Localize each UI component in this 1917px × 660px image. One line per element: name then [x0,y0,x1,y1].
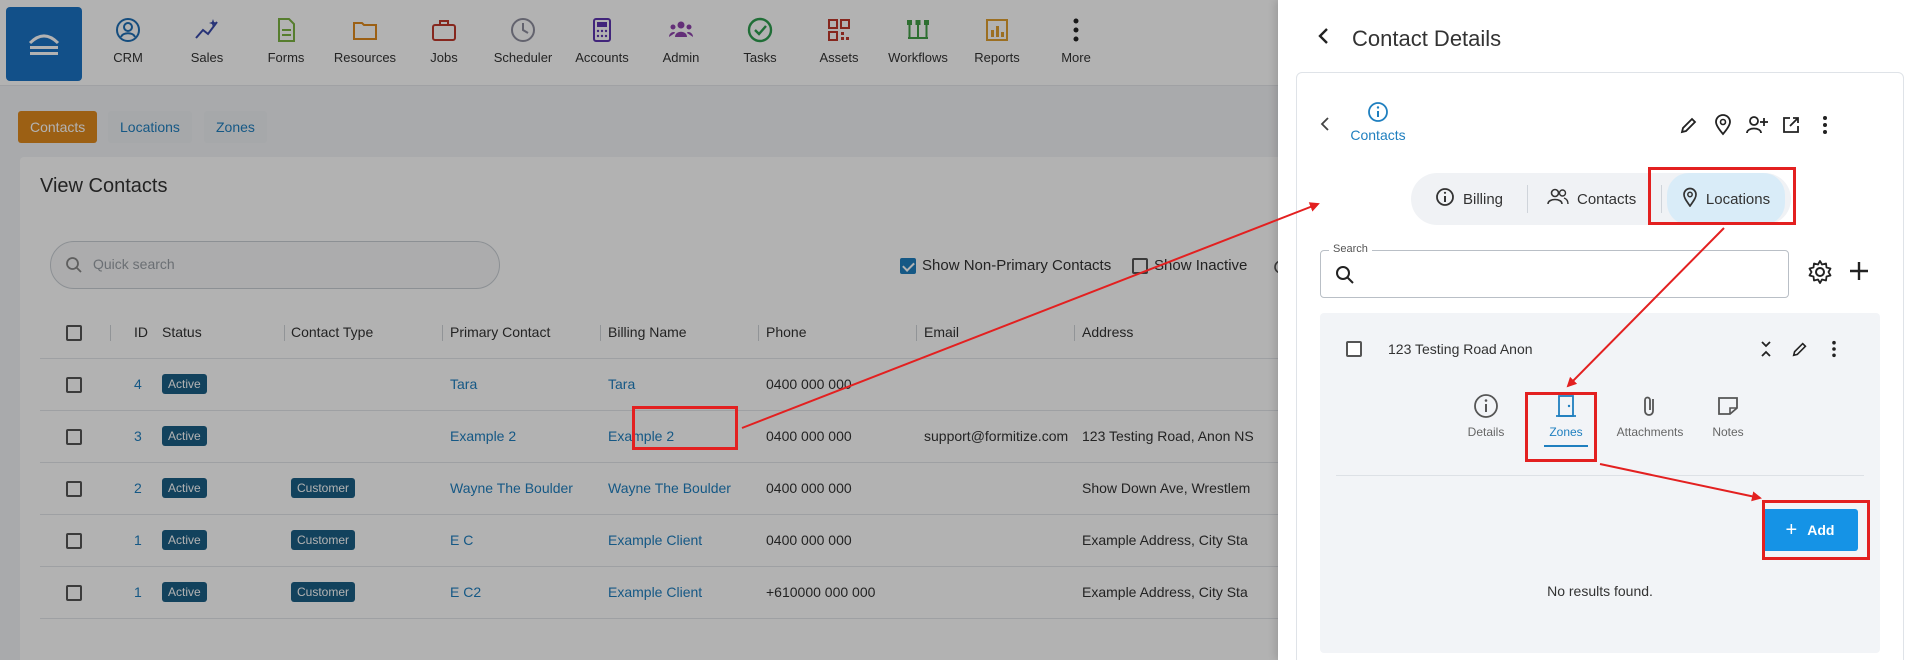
segment-billing-label: Billing [1463,190,1504,208]
subtab-details[interactable]: Details [1450,393,1522,439]
add-person-icon[interactable] [1743,111,1771,139]
contacts-info-label: Contacts [1350,127,1406,143]
more-vertical-icon[interactable] [1822,337,1846,361]
collapse-icon[interactable] [1754,337,1778,361]
info-icon [1435,187,1463,211]
segment-billing[interactable]: Billing [1435,173,1503,225]
drawer-title: Contact Details [1352,26,1502,51]
chevron-left-icon[interactable] [1319,117,1331,134]
location-checkbox[interactable] [1346,341,1362,357]
open-external-icon[interactable] [1777,111,1805,139]
gear-icon[interactable] [1807,259,1833,288]
info-icon [1450,393,1522,419]
edit-pencil-icon[interactable] [1675,111,1703,139]
annotation-box-locations [1648,167,1796,225]
subtab-attachments-label: Attachments [1616,425,1684,439]
contact-card: Contacts Billing Contacts Locations Sear… [1296,72,1904,660]
contact-details-drawer: Contact Details Contacts Billing Contact… [1278,0,1917,660]
plus-icon[interactable] [1847,259,1871,286]
subtab-notes-label: Notes [1712,425,1744,439]
location-panel: 123 Testing Road Anon Details Zones Atta… [1320,313,1880,653]
back-arrow-icon[interactable] [1314,26,1334,49]
subtab-notes[interactable]: Notes [1692,393,1764,439]
people-icon [1547,188,1577,210]
empty-state-text: No results found. [1547,583,1653,599]
subtab-details-label: Details [1467,425,1505,439]
subtab-attachments[interactable]: Attachments [1610,393,1690,439]
segment-contacts[interactable]: Contacts [1547,173,1636,225]
contacts-info-tab[interactable]: Contacts [1343,101,1413,143]
location-name: 123 Testing Road Anon [1388,341,1533,357]
edit-pencil-icon[interactable] [1788,337,1812,361]
search-icon [1335,265,1355,288]
location-pin-icon[interactable] [1709,111,1737,139]
more-vertical-icon[interactable] [1811,111,1839,139]
note-icon [1692,393,1764,419]
segment-contacts-label: Contacts [1577,190,1637,208]
annotation-box-billing-name [632,406,738,450]
info-icon [1343,101,1413,123]
segment-divider [1527,185,1528,213]
paperclip-icon [1610,393,1690,419]
annotation-box-zones [1525,392,1597,462]
modal-overlay[interactable] [0,0,1278,660]
panel-divider [1336,475,1864,476]
location-search-field[interactable]: Search [1320,243,1789,298]
annotation-box-add [1762,500,1870,560]
search-field-label: Search [1329,243,1372,255]
